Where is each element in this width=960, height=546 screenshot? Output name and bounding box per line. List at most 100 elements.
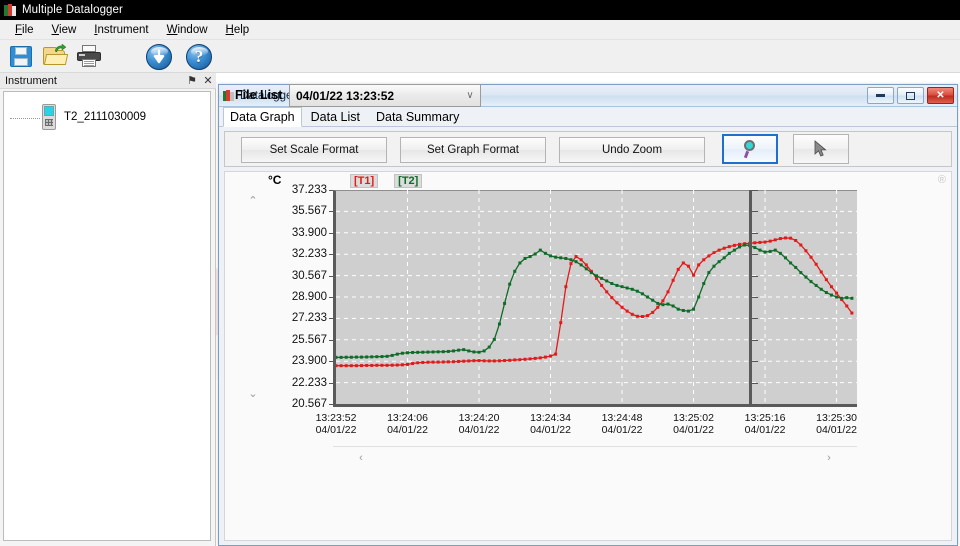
right-axis-tick: [752, 404, 758, 405]
help-button[interactable]: ?: [186, 44, 212, 70]
download-icon: [146, 44, 172, 70]
x-axis-tick-label: 13:24:06 04/01/22: [387, 412, 428, 436]
plot-svg: [336, 190, 857, 404]
scroll-up-icon[interactable]: ⌃: [243, 193, 263, 207]
scroll-left-icon[interactable]: ‹: [353, 451, 369, 465]
pin-icon[interactable]: ⚑: [184, 74, 200, 87]
cursor-arrow-icon: [813, 140, 829, 158]
minimize-button[interactable]: [867, 87, 894, 104]
x-axis-labels: 13:23:52 04/01/22 13:24:06 04/01/22 13:24:20…: [316, 412, 873, 442]
cursor-tool-button[interactable]: [793, 134, 849, 164]
file-list-dropdown[interactable]: 04/01/22 13:23:52 ∨: [289, 84, 481, 107]
print-button[interactable]: [76, 44, 102, 68]
registered-mark: ®: [937, 174, 946, 186]
x-axis-tick-label: 13:23:52 04/01/22: [316, 412, 357, 436]
y-axis-tick-label: 37.233: [291, 184, 327, 196]
y-axis-tick-label: 30.567: [291, 269, 327, 282]
set-scale-format-button[interactable]: Set Scale Format: [241, 137, 387, 163]
legend-item-t1[interactable]: [T1]: [350, 174, 379, 188]
x-tick-date: 04/01/22: [530, 424, 571, 436]
scroll-right-icon[interactable]: ›: [821, 451, 837, 465]
undo-zoom-button[interactable]: Undo Zoom: [559, 137, 705, 163]
instrument-dock: Instrument ⚑ ✕ T2_2111030009: [0, 73, 216, 546]
right-axis-tick: [752, 190, 758, 191]
legend-item-t2[interactable]: [T2]: [394, 174, 423, 188]
menu-instrument[interactable]: Instrument: [85, 22, 157, 38]
right-axis-tick: [752, 382, 758, 384]
help-glyph: ?: [194, 47, 204, 66]
x-tick-date: 04/01/22: [816, 424, 857, 436]
instrument-tree: T2_2111030009: [3, 91, 211, 541]
y-axis-tick-label: 33.900: [291, 226, 327, 239]
menu-window[interactable]: Window: [158, 22, 217, 38]
dock-title: Instrument: [5, 74, 57, 87]
right-axis-tick: [752, 339, 758, 341]
x-axis-tick-label: 13:25:02 04/01/22: [673, 412, 714, 436]
app-icon: [4, 3, 17, 17]
tab-data-graph[interactable]: Data Graph: [223, 107, 302, 127]
set-graph-format-button[interactable]: Set Graph Format: [400, 137, 546, 163]
menu-view[interactable]: View: [43, 22, 86, 38]
file-list-value: 04/01/22 13:23:52: [296, 88, 395, 103]
maximize-button[interactable]: [897, 87, 924, 104]
chart-legend: [T1] [T2]: [350, 174, 438, 188]
device-icon: [42, 104, 56, 130]
menu-file[interactable]: FFileile: [6, 22, 43, 38]
right-axis-tick: [752, 211, 758, 213]
menu-help[interactable]: Help: [217, 22, 259, 38]
y-axis-tick-label: 22.233: [291, 376, 327, 389]
x-tick-date: 04/01/22: [673, 424, 714, 436]
y-axis-tick-label: 32.233: [291, 248, 327, 261]
plot-area[interactable]: [333, 190, 857, 407]
app-title: Multiple Datalogger: [22, 4, 123, 16]
y-axis-tick-label: 23.900: [291, 355, 327, 368]
x-tick-time: 13:24:48: [601, 412, 643, 424]
right-axis-tick: [752, 275, 758, 277]
datalogger-child-window: Datalogger7 ✕ Data Graph Data List Data …: [218, 84, 958, 546]
dock-header: Instrument ⚑ ✕: [0, 73, 216, 89]
x-tick-time: 13:25:16: [744, 412, 786, 424]
vertical-scrollbar[interactable]: ⌃ ⌄: [243, 190, 263, 407]
x-axis-tick-label: 13:25:30 04/01/22: [816, 412, 857, 436]
unit-label: °C: [268, 173, 282, 187]
scroll-down-icon[interactable]: ⌄: [243, 386, 263, 400]
right-axis: [749, 190, 759, 407]
x-tick-date: 04/01/22: [744, 424, 786, 436]
x-tick-time: 13:25:02: [673, 412, 714, 424]
save-icon: [9, 44, 33, 68]
right-axis-tick: [752, 361, 758, 363]
x-tick-time: 13:24:06: [387, 412, 428, 424]
tree-item-label: T2_2111030009: [64, 111, 147, 123]
graph-control-strip: Set Scale Format Set Graph Format Undo Z…: [224, 131, 952, 167]
download-button[interactable]: [146, 44, 172, 70]
y-axis-tick-label: 27.233: [291, 312, 327, 325]
y-axis-tick-label: 28.900: [291, 291, 327, 303]
right-axis-tick: [752, 297, 758, 298]
x-tick-time: 13:24:34: [530, 412, 571, 424]
window-buttons: ✕: [864, 87, 957, 104]
right-axis-tick: [752, 254, 758, 256]
x-axis-tick-label: 13:24:20 04/01/22: [459, 412, 500, 436]
tab-strip: Data Graph Data List Data Summary: [219, 107, 957, 127]
x-tick-time: 13:24:20: [458, 412, 500, 424]
save-button[interactable]: [9, 44, 33, 68]
tab-data-list[interactable]: Data List: [304, 107, 367, 126]
open-button[interactable]: [42, 44, 69, 68]
x-tick-time: 13:25:30: [816, 412, 857, 424]
tree-item-device[interactable]: T2_2111030009: [10, 104, 146, 130]
x-tick-date: 04/01/22: [387, 424, 428, 436]
close-icon[interactable]: ✕: [200, 74, 216, 87]
datalogger-icon: [223, 89, 235, 102]
right-axis-tick: [752, 318, 758, 320]
close-button[interactable]: ✕: [927, 87, 954, 104]
chevron-down-icon: ∨: [466, 90, 474, 101]
horizontal-scrollbar[interactable]: ‹ ›: [333, 446, 857, 468]
magnifier-icon: [741, 140, 759, 159]
menubar: FFileile View Instrument Window Help: [0, 20, 960, 40]
right-axis-tick: [752, 232, 758, 234]
main-toolbar: ? File List 04/01/22 13:23:52 ∨: [0, 40, 960, 107]
zoom-tool-button[interactable]: [722, 134, 778, 164]
y-axis-tick-label: 25.567: [291, 333, 327, 346]
tab-data-summary[interactable]: Data Summary: [369, 107, 466, 126]
file-list-label: File List: [235, 88, 283, 102]
